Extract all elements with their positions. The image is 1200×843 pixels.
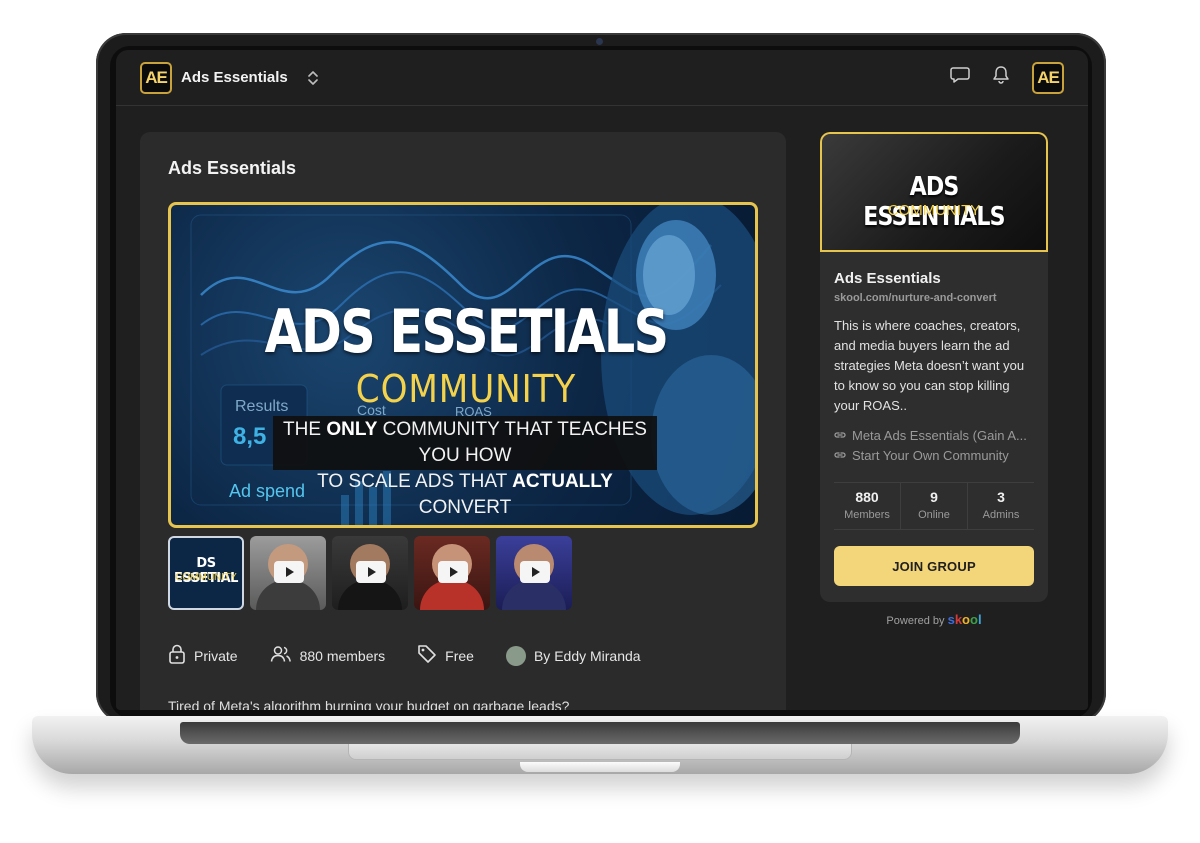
tag-icon (417, 644, 437, 667)
group-sidebar-card: ADS ESSENTIALS COMMUNITY Ads Essentials … (820, 132, 1048, 602)
thumbnail-image[interactable]: DS ESSETIAL COMMUNITY (168, 536, 244, 610)
video-person (338, 580, 402, 610)
privacy-info: Private (168, 644, 238, 667)
members-label: 880 members (299, 647, 386, 664)
privacy-label: Private (194, 647, 238, 664)
hero-tagline: THE ONLY COMMUNITY THAT TEACHES YOU HOW … (273, 416, 657, 518)
group-stats: 880 Members 9 Online 3 Admins (834, 482, 1034, 530)
group-name: Ads Essentials (834, 270, 941, 287)
thumbnail-video[interactable] (496, 536, 572, 610)
users-icon (270, 645, 292, 666)
page-title: Ads Essentials (168, 158, 297, 178)
video-person (420, 580, 484, 610)
chat-icon[interactable] (950, 66, 970, 89)
bell-icon[interactable] (992, 65, 1010, 90)
powered-by: Powered by skool (886, 612, 982, 627)
thumbnail-video[interactable] (414, 536, 490, 610)
app-header: AE Ads Essentials AE (116, 50, 1088, 106)
hero-results-value: 8,5 (233, 423, 267, 450)
laptop-keyboard-edge (180, 722, 1020, 744)
chevron-up-down-icon[interactable] (307, 70, 318, 86)
hero-title: ADS ESSETIALS (264, 297, 669, 367)
price-info: Free (417, 644, 474, 667)
cover-subtitle: COMMUNITY (887, 202, 981, 219)
group-description: Tired of Meta's algorithm burning your b… (168, 698, 570, 710)
sidebar-link[interactable]: Meta Ads Essentials (Gain A... (834, 428, 1038, 443)
screen: AE Ads Essentials AE Ads Essentials Resu… (116, 50, 1088, 710)
group-switcher-name[interactable]: Ads Essentials (181, 69, 288, 86)
hero-subtitle: COMMUNITY (355, 367, 577, 411)
play-icon[interactable] (520, 561, 550, 583)
members-info: 880 members (270, 645, 386, 666)
laptop-front-recess (348, 744, 852, 760)
header-actions: AE (950, 61, 1064, 94)
laptop-notch (520, 762, 680, 772)
stat-online: 9 Online (900, 483, 967, 529)
thumbnail-video[interactable] (332, 536, 408, 610)
video-person (502, 580, 566, 610)
lock-icon (168, 644, 186, 667)
play-icon[interactable] (274, 561, 304, 583)
group-meta-row: Private 880 members Free By Eddy Miranda (168, 644, 641, 667)
user-avatar[interactable]: AE (1032, 61, 1064, 94)
hero-adspend-label: Ad spend (229, 481, 306, 501)
play-icon[interactable] (356, 561, 386, 583)
owner-info[interactable]: By Eddy Miranda (505, 645, 641, 666)
play-icon[interactable] (438, 561, 468, 583)
video-person (256, 580, 320, 610)
thumbnail-video[interactable] (250, 536, 326, 610)
group-about-card: Ads Essentials Results Cost ROAS 8,5 ADS… (140, 132, 786, 710)
group-cover-image: ADS ESSENTIALS COMMUNITY (820, 132, 1048, 252)
sidebar-link[interactable]: Start Your Own Community (834, 448, 1038, 463)
owner-label[interactable]: By Eddy Miranda (534, 648, 641, 664)
owner-avatar (505, 645, 526, 666)
skool-logo[interactable]: skool (948, 612, 982, 627)
link-icon (834, 448, 846, 463)
stat-admins: 3 Admins (967, 483, 1034, 529)
group-summary: This is where coaches, creators, and med… (834, 318, 1025, 413)
hero-media[interactable]: Results Cost ROAS 8,5 ADS ESSETIALS COMM… (168, 202, 758, 528)
media-thumbnails: DS ESSETIAL COMMUNITY (168, 536, 572, 610)
group-url[interactable]: skool.com/nurture-and-convert (834, 292, 997, 304)
camera-icon (596, 38, 603, 45)
stat-members: 880 Members (844, 489, 890, 521)
link-icon (834, 428, 846, 443)
price-label: Free (445, 647, 474, 664)
join-group-button[interactable]: JOIN GROUP (834, 546, 1034, 586)
group-logo[interactable]: AE (140, 61, 172, 94)
